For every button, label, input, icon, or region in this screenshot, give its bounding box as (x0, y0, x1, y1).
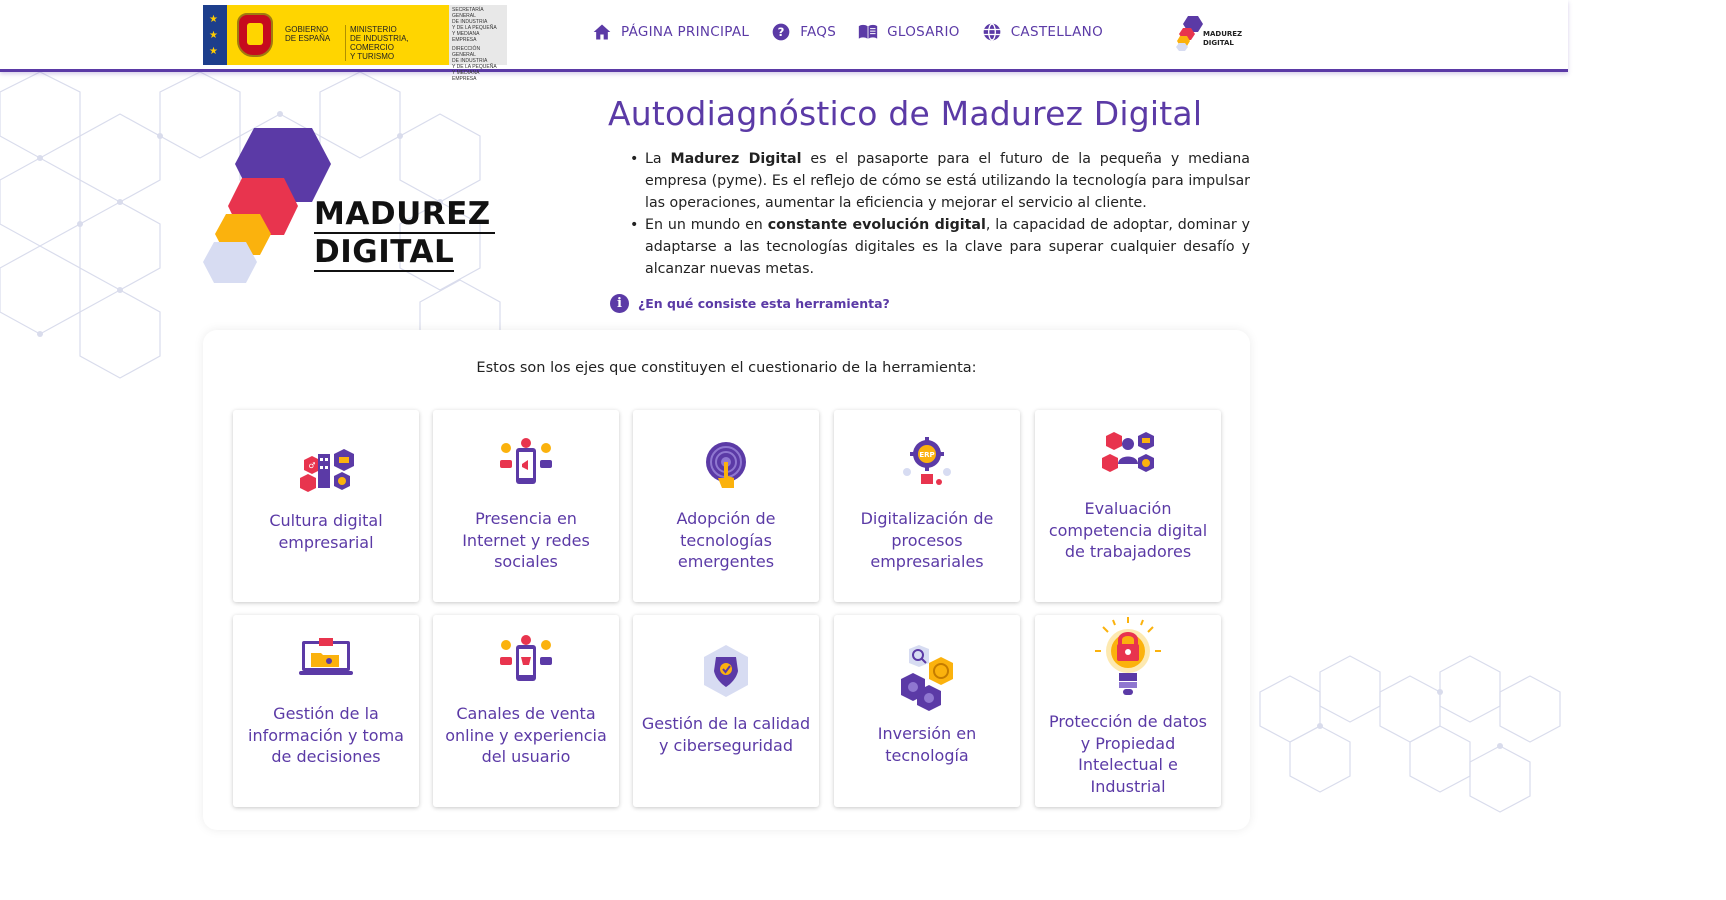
bullet-bold: Madurez Digital (670, 151, 802, 167)
small-logo-line1: MADUREZ (1203, 30, 1243, 38)
gov-name: GOBIERNO DE ESPAÑA (285, 25, 335, 43)
axis-card-label: Adopción de tecnologías emergentes (676, 509, 776, 571)
madurez-digital-hero-logo: MADUREZ DIGITAL (200, 120, 500, 290)
axis-card-label: Presencia en Internet y redes sociales (462, 509, 590, 571)
nav-faqs[interactable]: ? FAQS (771, 22, 836, 42)
nav-language-label: CASTELLANO (1010, 24, 1104, 40)
book-icon (858, 24, 878, 39)
gov-line1: GOBIERNO (285, 25, 329, 34)
gov-line2: DE ESPAÑA (285, 34, 331, 43)
coat-of-arms-icon (237, 13, 273, 57)
nav-language[interactable]: CASTELLANO (982, 22, 1103, 42)
axis-card-label: Canales de venta online y experiencia de… (445, 704, 607, 766)
axis-card-gestion-informacion[interactable]: Gestión de la información y toma de deci… (233, 615, 419, 807)
nav-glosario-label: GLOSARIO (887, 24, 960, 40)
ministry-line: DE INDUSTRIA, COMERCIO (350, 34, 409, 52)
info-icon: i (610, 294, 629, 313)
axis-card-tecnologias-emergentes[interactable]: Adopción de tecnologías emergentes (633, 410, 819, 602)
axis-card-procesos-empresariales[interactable]: ERP Digitalización de procesos empresari… (834, 410, 1020, 602)
help-icon: ? (772, 23, 790, 41)
axis-card-inversion-tecnologia[interactable]: Inversión en tecnología (834, 615, 1020, 807)
axis-card-label: Protección de datos y Propiedad Intelect… (1049, 712, 1207, 796)
info-tool-link[interactable]: i ¿En qué consiste esta herramienta? (610, 294, 890, 313)
axes-intro-text: Estos son los ejes que constituyen el cu… (476, 360, 977, 376)
bullet-text: La (645, 151, 671, 167)
nav-home-label: PÁGINA PRINCIPAL (621, 24, 750, 40)
home-icon (593, 24, 611, 40)
secretaria-line: SECRETARÍA GENERAL (452, 7, 484, 19)
axis-card-competencia-digital[interactable]: Evaluación competencia digital de trabaj… (1035, 410, 1221, 602)
intro-bullet: En un mundo en constante evolución digit… (630, 214, 1250, 280)
intro-bullets: La Madurez Digital es el pasaporte para … (630, 148, 1250, 280)
axis-card-label: Cultura digital empresarial (269, 511, 383, 552)
axis-card-proteccion-datos[interactable]: Protección de datos y Propiedad Intelect… (1035, 615, 1221, 807)
direccion-line: DIRECCIÓN GENERAL (452, 46, 481, 58)
secretaria-block: SECRETARÍA GENERAL DE INDUSTRIA Y DE LA … (449, 5, 507, 82)
axis-card-cultura-digital[interactable]: ♂ Cultura digital empresarial (233, 410, 419, 602)
lock-bulb-icon (1095, 617, 1161, 695)
svg-text:?: ? (778, 25, 785, 39)
online-shop-icon (500, 635, 552, 681)
investment-icon (901, 645, 953, 711)
info-link-label: ¿En qué consiste esta herramienta? (638, 296, 890, 311)
axis-card-canales-venta[interactable]: Canales de venta online y experiencia de… (433, 615, 619, 807)
social-media-icon (500, 438, 552, 484)
hero-logo-word-2: DIGITAL (314, 234, 455, 272)
bullet-bold: constante evolución digital (767, 217, 986, 233)
hero-logo-word-1: MADUREZ (314, 196, 495, 234)
small-logo-text: MADUREZ DIGITAL (1203, 30, 1242, 48)
nav-glosario[interactable]: GLOSARIO (858, 22, 960, 42)
top-header: ★ ★ ★ GOBIERNO DE ESPAÑA MINISTERIO DE IND… (0, 0, 1568, 82)
secretaria-line: Y MEDIANA EMPRESA (452, 31, 480, 43)
touch-tech-icon (706, 442, 746, 488)
intro-bullet: La Madurez Digital es el pasaporte para … (630, 148, 1250, 214)
small-logo-line2: DIGITAL (1203, 39, 1234, 47)
globe-icon (983, 23, 1001, 41)
direccion-line: Y MEDIANA EMPRESA (452, 70, 480, 82)
page-title: Autodiagnóstico de Madurez Digital (608, 94, 1203, 133)
main-nav: PÁGINA PRINCIPAL ? FAQS GLOSARIO CASTELL… (592, 22, 1103, 42)
svg-text:ERP: ERP (919, 451, 934, 459)
government-logo[interactable]: ★ ★ ★ GOBIERNO DE ESPAÑA MINISTERIO DE IND… (203, 5, 507, 82)
madurez-digital-small-logo[interactable]: MADUREZ DIGITAL (1176, 14, 1246, 52)
axis-card-label: Digitalización de procesos empresariales (860, 509, 994, 571)
culture-icon: ♂ (300, 449, 354, 492)
nav-home[interactable]: PÁGINA PRINCIPAL (592, 22, 749, 42)
svg-text:♂: ♂ (308, 461, 315, 470)
axis-card-label: Gestión de la información y toma de deci… (248, 704, 404, 766)
gov-yellow-band: GOBIERNO DE ESPAÑA MINISTERIO DE INDUSTR… (227, 5, 449, 65)
ministry-name: MINISTERIO DE INDUSTRIA, COMERCIO Y TURI… (345, 25, 445, 61)
axis-card-label: Gestión de la calidad y ciberseguridad (641, 714, 811, 755)
axis-card-label: Evaluación competencia digital de trabaj… (1048, 499, 1208, 561)
madurez-hex-logo-icon (1176, 16, 1203, 51)
axes-panel: Estos son los ejes que constituyen el cu… (203, 330, 1250, 830)
nav-faqs-label: FAQS (800, 24, 837, 40)
bullet-text: En un mundo en (645, 217, 768, 233)
erp-gear-icon: ERP (903, 437, 951, 485)
eu-flag-icon: ★ ★ ★ (203, 5, 227, 65)
security-shield-icon (704, 645, 748, 697)
axis-card-label: Inversión en tecnología (877, 724, 977, 765)
axis-card-presencia-internet[interactable]: Presencia en Internet y redes sociales (433, 410, 619, 602)
ministry-line: Y TURISMO (350, 52, 395, 61)
ministry-line: MINISTERIO (350, 25, 397, 34)
data-folder-icon (299, 638, 353, 675)
axis-card-calidad-ciberseguridad[interactable]: Gestión de la calidad y ciberseguridad (633, 615, 819, 807)
team-skills-icon (1102, 432, 1154, 472)
